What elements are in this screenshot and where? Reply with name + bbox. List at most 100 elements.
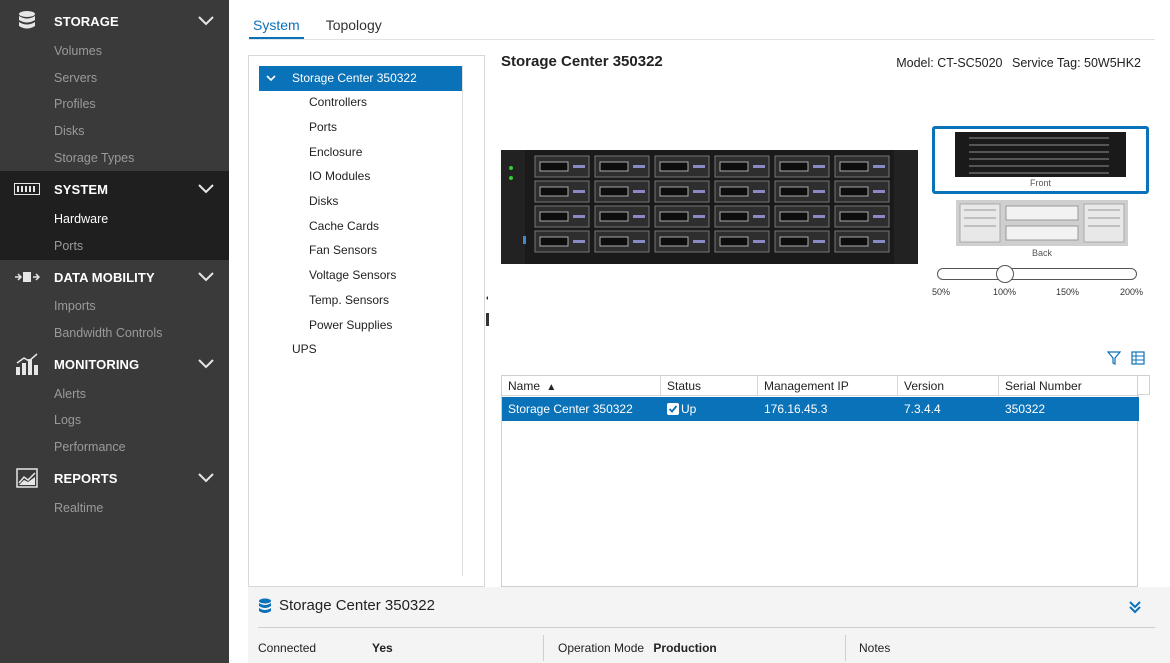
hardware-tree: Storage Center 350322 Controllers Ports …	[248, 55, 485, 587]
column-header-management-ip[interactable]: Management IP	[758, 376, 898, 396]
sidebar-item-logs[interactable]: Logs	[0, 407, 229, 434]
drive-bay[interactable]	[774, 230, 830, 253]
sidebar-item-disks[interactable]: Disks	[0, 118, 229, 145]
drive-bay[interactable]	[594, 155, 650, 178]
tree-node-ports[interactable]: Ports	[309, 118, 337, 136]
chevron-down-icon[interactable]	[196, 180, 216, 198]
zoom-slider-handle[interactable]	[996, 265, 1014, 283]
column-header-serial-number[interactable]: Serial Number	[999, 376, 1139, 396]
server-rack-icon	[14, 177, 40, 201]
sidebar-item-ports[interactable]: Ports	[0, 233, 229, 260]
sort-ascending-icon[interactable]: ▲	[546, 382, 556, 393]
chevron-down-icon[interactable]	[196, 268, 216, 286]
chevron-down-icon[interactable]	[196, 12, 216, 30]
summary-divider	[258, 627, 1155, 628]
summary-panel: Storage Center 350322 Connected Yes Oper…	[248, 587, 1170, 663]
zoom-label-50: 50%	[932, 287, 951, 297]
cell-management-ip: 176.16.45.3	[764, 402, 828, 416]
double-chevron-down-icon[interactable]	[1127, 599, 1143, 615]
sidebar-item-storage-types[interactable]: Storage Types	[0, 145, 229, 172]
table-row[interactable]: Storage Center 350322 Up 176.16.45.3 7.3…	[502, 397, 1139, 421]
drive-bay[interactable]	[834, 155, 890, 178]
tree-node-controllers[interactable]: Controllers	[309, 93, 367, 111]
drive-bay[interactable]	[714, 180, 770, 203]
sidebar-section-system[interactable]: SYSTEM	[0, 171, 229, 207]
chevron-down-icon[interactable]	[196, 355, 216, 373]
drive-bay[interactable]	[534, 180, 590, 203]
column-header-version[interactable]: Version	[898, 376, 999, 396]
column-header-status[interactable]: Status	[661, 376, 758, 396]
zoom-slider-track[interactable]	[937, 268, 1137, 280]
drive-bay[interactable]	[654, 205, 710, 228]
tree-scrollbar[interactable]	[462, 66, 463, 576]
drive-bay[interactable]	[714, 155, 770, 178]
tree-node-ups[interactable]: UPS	[292, 342, 317, 356]
drive-bay[interactable]	[834, 205, 890, 228]
tab-topology[interactable]: Topology	[322, 14, 386, 40]
drive-bay[interactable]	[534, 205, 590, 228]
sidebar-section-monitoring[interactable]: MONITORING	[0, 346, 229, 382]
drive-bay[interactable]	[774, 205, 830, 228]
sidebar-section-label: REPORTS	[54, 470, 118, 486]
drive-bay[interactable]	[654, 155, 710, 178]
drive-bay[interactable]	[534, 155, 590, 178]
drive-bay[interactable]	[594, 180, 650, 203]
drive-bay[interactable]	[654, 180, 710, 203]
drive-bay[interactable]	[714, 230, 770, 253]
tree-node-enclosure[interactable]: Enclosure	[309, 143, 362, 161]
table-toolbar	[1107, 350, 1147, 366]
connected-field: Connected	[258, 641, 316, 655]
sidebar-item-servers[interactable]: Servers	[0, 65, 229, 92]
drive-bay[interactable]	[834, 230, 890, 253]
connected-value: Yes	[372, 641, 393, 655]
sidebar-item-profiles[interactable]: Profiles	[0, 91, 229, 118]
operation-mode-value: Production	[653, 641, 717, 655]
drive-bay[interactable]	[714, 205, 770, 228]
sidebar-item-bandwidth-controls[interactable]: Bandwidth Controls	[0, 320, 229, 347]
sidebar-item-imports[interactable]: Imports	[0, 293, 229, 320]
drive-bay[interactable]	[594, 205, 650, 228]
sidebar-section-storage[interactable]: STORAGE	[0, 3, 229, 39]
app-window: STORAGE Volumes Servers Profiles Disks S…	[0, 0, 1170, 663]
service-tag-label: Service Tag: 50W5HK2	[1012, 56, 1141, 70]
tree-node-fan-sensors[interactable]: Fan Sensors	[309, 241, 377, 259]
drive-bay[interactable]	[774, 180, 830, 203]
tab-system[interactable]: System	[249, 14, 304, 40]
tree-node-cache-cards[interactable]: Cache Cards	[309, 217, 379, 235]
drive-bay[interactable]	[594, 230, 650, 253]
sidebar-item-performance[interactable]: Performance	[0, 434, 229, 461]
tree-node-storage-center[interactable]: Storage Center 350322	[259, 66, 462, 91]
tree-node-power-supplies[interactable]: Power Supplies	[309, 316, 392, 334]
drive-bay[interactable]	[834, 180, 890, 203]
tree-node-io-modules[interactable]: IO Modules	[309, 167, 370, 185]
chevron-down-icon[interactable]	[196, 469, 216, 487]
drive-bay[interactable]	[534, 230, 590, 253]
sidebar-item-volumes[interactable]: Volumes	[0, 38, 229, 65]
main-panel: System Topology Storage Center 350322 Co…	[229, 0, 1170, 663]
detail-title: Storage Center 350322	[501, 53, 663, 70]
drive-bay[interactable]	[774, 155, 830, 178]
tree-node-voltage-sensors[interactable]: Voltage Sensors	[309, 266, 396, 284]
tree-node-temp-sensors[interactable]: Temp. Sensors	[309, 291, 389, 309]
summary-title: Storage Center 350322	[279, 597, 435, 614]
chevron-down-icon[interactable]	[265, 72, 277, 84]
column-header-name[interactable]: Name ▲	[502, 376, 661, 396]
chassis-front-image[interactable]	[501, 150, 918, 264]
database-icon	[259, 598, 271, 613]
sidebar-item-realtime[interactable]: Realtime	[0, 495, 229, 522]
back-view-thumbnail[interactable]: Back	[956, 200, 1128, 260]
zoom-label-150: 150%	[1056, 287, 1080, 297]
tab-bar: System Topology	[249, 14, 404, 40]
sidebar-section-label: SYSTEM	[54, 181, 109, 197]
sidebar-section-data-mobility[interactable]: DATA MOBILITY	[0, 259, 229, 295]
drive-bay[interactable]	[654, 230, 710, 253]
sidebar-item-hardware[interactable]: Hardware	[0, 206, 229, 233]
column-chooser-icon[interactable]	[1131, 351, 1145, 365]
filter-icon[interactable]	[1107, 351, 1121, 365]
sidebar-section-reports[interactable]: REPORTS	[0, 460, 229, 496]
tree-node-disks[interactable]: Disks	[309, 192, 338, 210]
front-caption: Front	[1029, 178, 1051, 188]
front-view-thumbnail[interactable]: Front	[932, 126, 1149, 194]
sidebar-item-alerts[interactable]: Alerts	[0, 381, 229, 408]
panel-splitter-handle[interactable]	[486, 296, 489, 326]
